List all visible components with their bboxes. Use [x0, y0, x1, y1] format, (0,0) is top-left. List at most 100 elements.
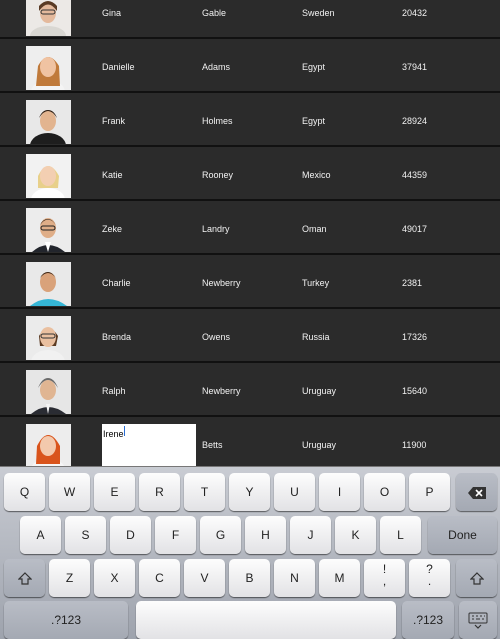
table-row[interactable]: Charlie Newberry Turkey 2381 [0, 257, 500, 309]
key-n[interactable]: N [274, 559, 315, 597]
country-cell: Mexico [302, 170, 331, 180]
number-cell: 17326 [402, 332, 428, 342]
number-cell: 2381 [402, 278, 423, 288]
text-caret [124, 426, 125, 436]
shift-icon [17, 571, 32, 585]
last-name-cell: Newberry [202, 386, 241, 396]
first-name-cell: Katie [102, 170, 123, 180]
key-z[interactable]: Z [49, 559, 90, 597]
country-cell: Turkey [302, 278, 330, 288]
last-name-cell: Holmes [202, 116, 233, 126]
keyboard-hide-icon [468, 612, 488, 629]
backspace-key[interactable] [456, 473, 497, 511]
shift-key-left[interactable] [4, 559, 45, 597]
number-cell: 49017 [402, 224, 428, 234]
last-name-cell: Gable [202, 8, 227, 18]
table-row[interactable]: Katie Rooney Mexico 44359 [0, 149, 500, 201]
last-name-cell: Owens [202, 332, 231, 342]
key-t[interactable]: T [184, 473, 225, 511]
avatar [26, 370, 71, 414]
country-cell: Uruguay [302, 386, 337, 396]
country-cell: Sweden [302, 8, 335, 18]
key-a[interactable]: A [20, 516, 61, 554]
number-cell: 28924 [402, 116, 428, 126]
avatar [26, 316, 71, 360]
avatar [26, 262, 71, 306]
key-h[interactable]: H [245, 516, 286, 554]
hide-keyboard-key[interactable] [459, 601, 497, 639]
key-r[interactable]: R [139, 473, 180, 511]
table-row[interactable]: Gina Gable Sweden 20432 [0, 0, 500, 39]
avatar [26, 0, 71, 36]
numbers-key-right[interactable]: .?123 [402, 601, 454, 639]
key-b[interactable]: B [229, 559, 270, 597]
number-cell: 37941 [402, 62, 428, 72]
avatar [26, 154, 71, 198]
space-bar[interactable] [136, 601, 396, 639]
first-name-edit-field[interactable] [102, 424, 196, 466]
shift-key-right[interactable] [456, 559, 497, 597]
country-cell: Russia [302, 332, 330, 342]
last-name-cell: Landry [202, 224, 230, 234]
key-f[interactable]: F [155, 516, 196, 554]
country-cell: Oman [302, 224, 327, 234]
key-exclamation-comma[interactable]: ! , [364, 559, 405, 597]
key-q[interactable]: Q [4, 473, 45, 511]
done-key[interactable]: Done [428, 516, 497, 554]
shift-icon [469, 571, 484, 585]
table-row[interactable]: Danielle Adams Egypt 37941 [0, 41, 500, 93]
key-i[interactable]: I [319, 473, 360, 511]
key-s[interactable]: S [65, 516, 106, 554]
first-name-cell: Brenda [102, 332, 132, 342]
numbers-key-left[interactable]: .?123 [4, 601, 128, 639]
key-u[interactable]: U [274, 473, 315, 511]
first-name-cell: Frank [102, 116, 126, 126]
number-cell: 11900 [402, 440, 427, 450]
key-m[interactable]: M [319, 559, 360, 597]
key-v[interactable]: V [184, 559, 225, 597]
key-c[interactable]: C [139, 559, 180, 597]
first-name-cell: Zeke [102, 224, 123, 234]
country-cell: Uruguay [302, 440, 337, 450]
table-row[interactable]: Ralph Newberry Uruguay 15640 [0, 365, 500, 417]
last-name-cell: Rooney [202, 170, 234, 180]
avatar [26, 208, 71, 252]
avatar [26, 424, 71, 466]
on-screen-keyboard: Q W E R T Y U I O P A S D F G H J K L Do… [0, 466, 500, 639]
key-d[interactable]: D [110, 516, 151, 554]
key-j[interactable]: J [290, 516, 331, 554]
number-cell: 20432 [402, 8, 428, 18]
key-y[interactable]: Y [229, 473, 270, 511]
key-x[interactable]: X [94, 559, 135, 597]
key-l[interactable]: L [380, 516, 421, 554]
key-e[interactable]: E [94, 473, 135, 511]
key-p[interactable]: P [409, 473, 450, 511]
key-question-period[interactable]: ? . [409, 559, 450, 597]
key-o[interactable]: O [364, 473, 405, 511]
first-name-cell: Gina [102, 8, 122, 18]
first-name-cell: Ralph [102, 386, 126, 396]
last-name-cell: Adams [202, 62, 231, 72]
country-cell: Egypt [302, 62, 326, 72]
table-row[interactable]: Frank Holmes Egypt 28924 [0, 95, 500, 147]
number-cell: 44359 [402, 170, 428, 180]
last-name-cell: Betts [202, 440, 223, 450]
table-row[interactable]: Zeke Landry Oman 49017 [0, 203, 500, 255]
key-bottom-label: , [382, 574, 387, 588]
first-name-cell: Charlie [102, 278, 131, 288]
people-table: Gina Gable Sweden 20432 Danielle Adams E… [0, 0, 500, 466]
key-bottom-label: . [427, 574, 432, 588]
avatar [26, 100, 71, 144]
last-name-cell: Newberry [202, 278, 241, 288]
avatar [26, 46, 71, 90]
first-name-input[interactable] [102, 427, 196, 441]
number-cell: 15640 [402, 386, 428, 396]
backspace-icon [467, 485, 487, 499]
country-cell: Egypt [302, 116, 326, 126]
first-name-cell: Danielle [102, 62, 135, 72]
table-row-editing[interactable]: Betts Uruguay 11900 [0, 419, 500, 466]
key-w[interactable]: W [49, 473, 90, 511]
table-row[interactable]: Brenda Owens Russia 17326 [0, 311, 500, 363]
key-g[interactable]: G [200, 516, 241, 554]
key-k[interactable]: K [335, 516, 376, 554]
